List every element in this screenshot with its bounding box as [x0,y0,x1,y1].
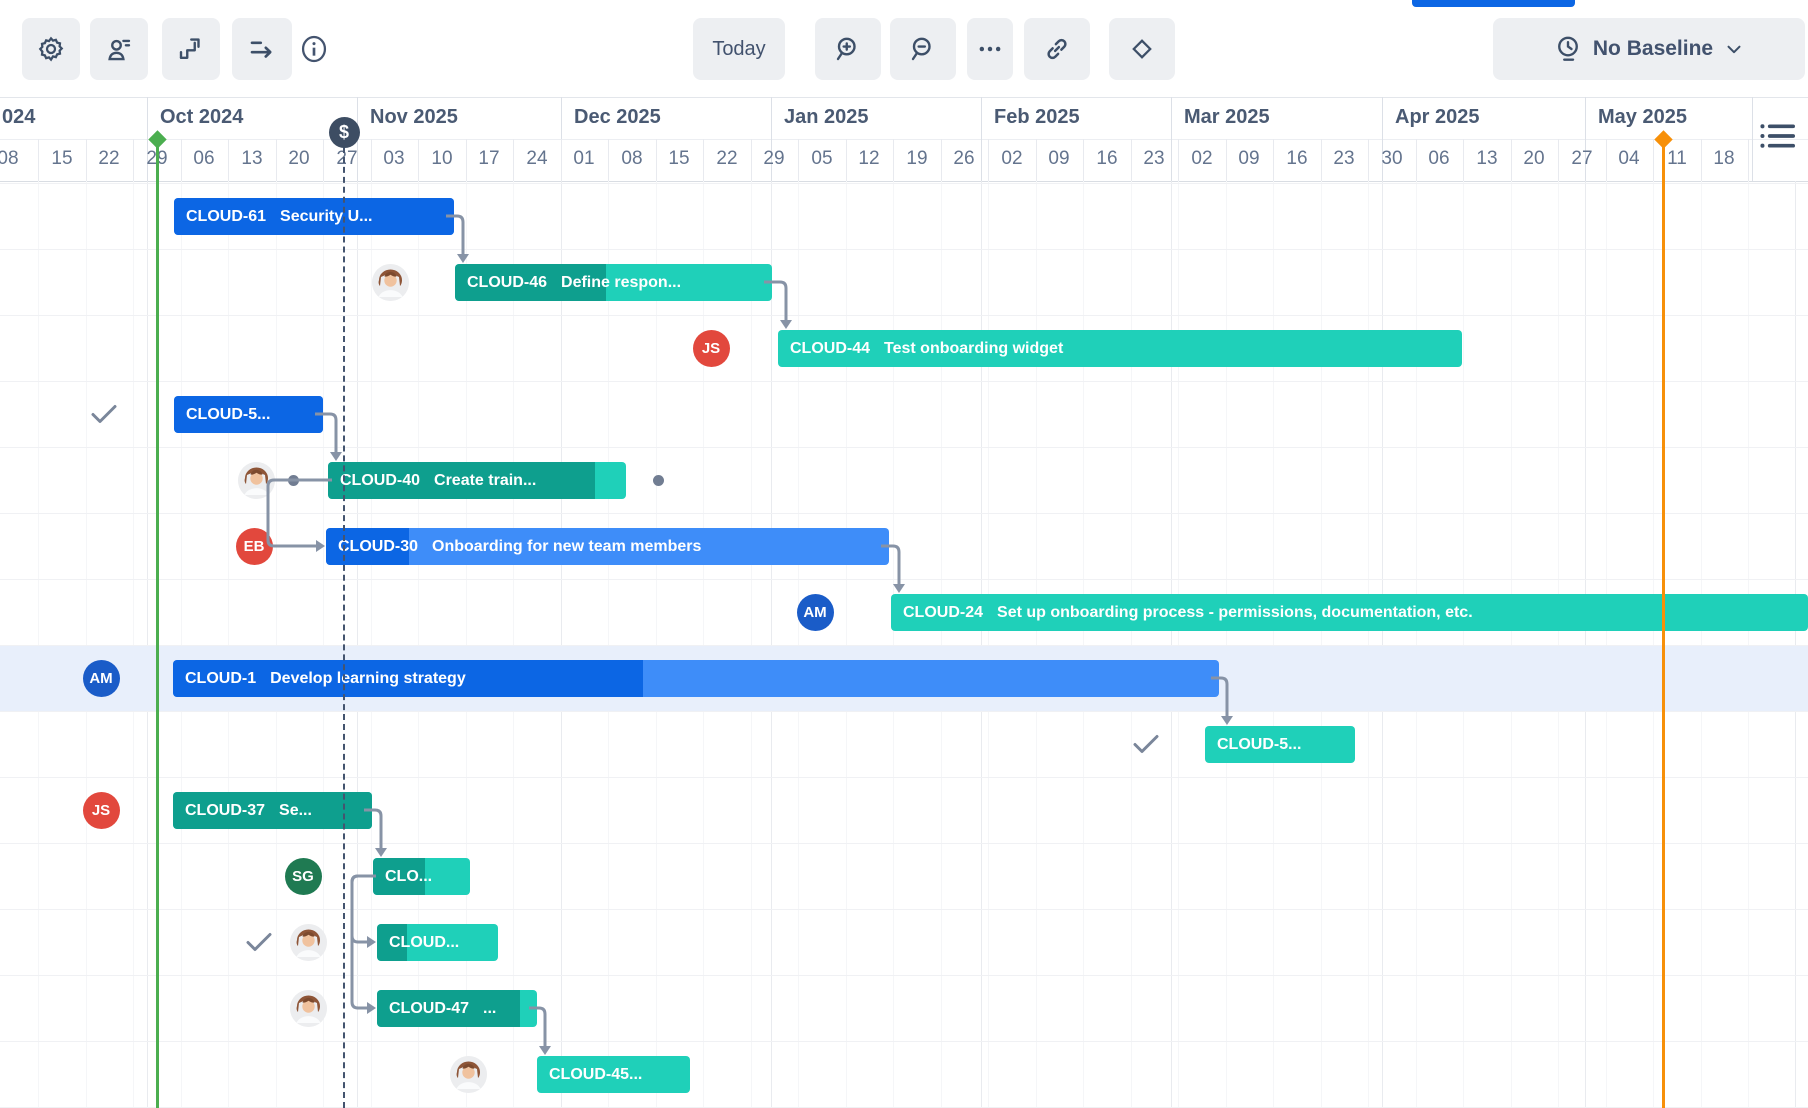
dependency-connectors [0,0,1808,1108]
connector-line [268,480,332,546]
gantt-app: Today [0,0,1808,1108]
connector-line [315,414,336,452]
connector-line [352,876,376,942]
connector-arrowhead [1221,716,1233,725]
budget-marker-badge[interactable]: $ [329,117,360,148]
connector-arrowhead [316,540,325,552]
connector-line [529,1008,545,1046]
start-marker-line [156,145,159,1108]
connector-arrowhead [367,1002,376,1014]
connector-arrowhead [539,1046,551,1055]
connector-line [1211,678,1227,716]
end-marker-line [1662,145,1665,1108]
connector-arrowhead [780,320,792,329]
connector-arrowhead [330,452,342,461]
connector-arrowhead [893,584,905,593]
budget-marker-line [343,147,345,1108]
connector-line [764,282,786,320]
connector-line [364,810,381,848]
connector-arrowhead [367,936,376,948]
connector-line [881,546,899,584]
connector-arrowhead [457,254,469,263]
connector-line [446,216,463,254]
connector-arrowhead [375,848,387,857]
